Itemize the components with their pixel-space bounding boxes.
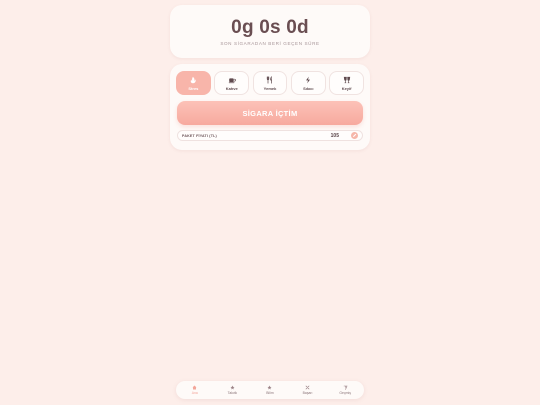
- smoked-button[interactable]: SİGARA İÇTİM: [177, 101, 363, 125]
- nav-label: Geçmiş: [339, 391, 351, 396]
- timer-card: 0g 0s 0d SON SİGARADAN BERİ GEÇEN SÜRE: [170, 5, 370, 58]
- category-food[interactable]: Yemek: [252, 71, 288, 95]
- coffee-icon: [228, 77, 236, 83]
- edit-price-button[interactable]: [351, 132, 358, 139]
- category-label: Sıkıcı: [303, 85, 314, 91]
- science-icon: [267, 385, 272, 390]
- pleasure-icon: [343, 76, 350, 83]
- trigger-category-row: Stres Kahve Yemek Sıkıcı Keyif: [176, 71, 364, 95]
- category-stress[interactable]: Stres: [176, 71, 211, 95]
- nav-label: Ana: [191, 391, 198, 396]
- category-pleasure[interactable]: Keyif: [329, 71, 364, 95]
- elapsed-time: 0g 0s 0d: [231, 17, 309, 38]
- nav-achievements[interactable]: Başarı: [293, 385, 323, 396]
- category-label: Keyif: [341, 85, 352, 91]
- category-coffee[interactable]: Kahve: [214, 71, 250, 95]
- nav-science[interactable]: Bilim: [255, 385, 285, 396]
- nav-history[interactable]: Geçmiş: [330, 385, 360, 396]
- bottom-navigation: Ana Takvik Bilim Başarı Geçmiş: [176, 381, 364, 399]
- stress-icon: [191, 76, 197, 83]
- pack-price-field[interactable]: PAKET FİYATI (TL) 105: [177, 130, 363, 141]
- trophy-icon: [305, 385, 310, 390]
- nav-label: Takvik: [227, 391, 238, 396]
- category-label: Stres: [188, 85, 199, 91]
- pack-price-value[interactable]: 105: [331, 133, 339, 139]
- edit-icon: [353, 133, 357, 137]
- nav-label: Başarı: [302, 391, 313, 396]
- bored-icon: [306, 76, 311, 83]
- home-icon: [192, 385, 197, 390]
- calendar-icon: [230, 385, 235, 390]
- nav-calendar[interactable]: Takvik: [217, 385, 247, 396]
- log-card: Stres Kahve Yemek Sıkıcı Keyif SİGARA İÇ…: [170, 64, 370, 150]
- history-icon: [343, 385, 348, 390]
- nav-home[interactable]: Ana: [180, 385, 210, 396]
- pack-price-label: PAKET FİYATI (TL): [182, 133, 217, 138]
- category-bored[interactable]: Sıkıcı: [290, 71, 326, 95]
- category-label: Yemek: [263, 85, 277, 91]
- elapsed-time-caption: SON SİGARADAN BERİ GEÇEN SÜRE: [220, 41, 320, 46]
- food-icon: [266, 75, 272, 84]
- category-label: Kahve: [225, 85, 238, 91]
- nav-label: Bilim: [266, 391, 274, 396]
